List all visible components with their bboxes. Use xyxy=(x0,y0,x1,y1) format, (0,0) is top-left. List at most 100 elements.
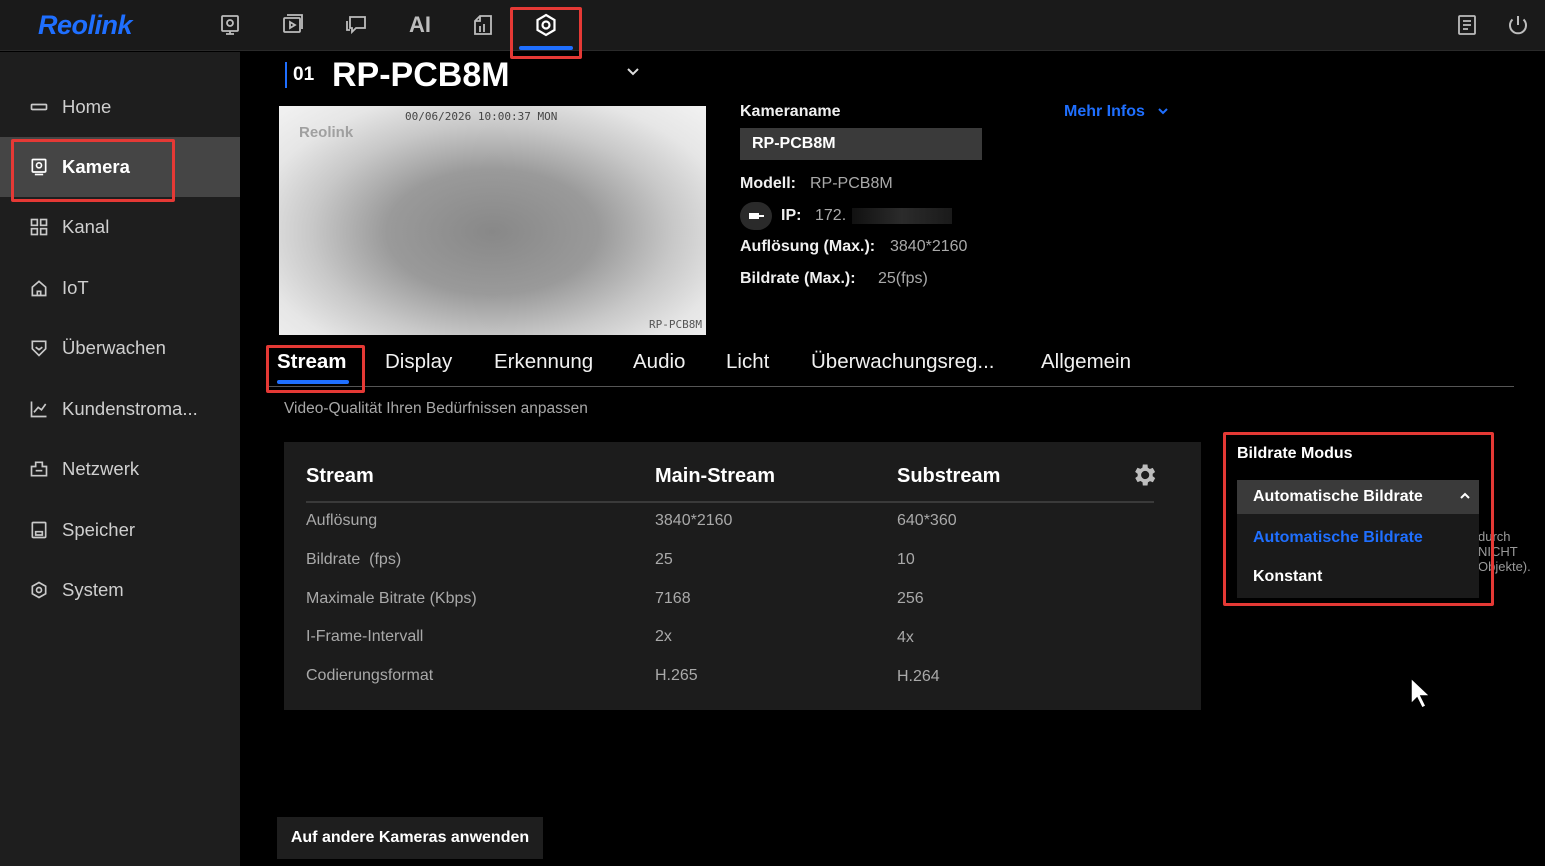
resolution-label: Auflösung (Max.): xyxy=(740,238,876,255)
option-automatische-bildrate[interactable]: Automatische Bildrate xyxy=(1253,529,1423,547)
sidebar-item-label: Kamera xyxy=(62,156,130,177)
cloud-files-icon[interactable] xyxy=(468,10,498,40)
bitrate-mode-select[interactable]: Automatische Bildrate xyxy=(1237,480,1479,514)
preview-watermark: Reolink xyxy=(299,124,354,141)
camera-title[interactable]: RP-PCB8M xyxy=(332,56,510,95)
bitrate-mode-title: Bildrate Modus xyxy=(1237,445,1353,462)
tab-stream[interactable]: Stream xyxy=(277,350,347,374)
tab-ueberwachungsregion[interactable]: Überwachungsreg... xyxy=(811,350,994,374)
ethernet-icon xyxy=(740,202,772,230)
sidebar-item-home[interactable]: Home xyxy=(0,77,240,137)
sidebar-item-ueberwachen[interactable]: Überwachen xyxy=(0,318,240,378)
camera-preview-icon[interactable] xyxy=(215,10,245,40)
sidebar-item-label: Speicher xyxy=(62,519,136,540)
sidebar-item-kamera[interactable]: Kamera xyxy=(0,137,240,197)
sub-value[interactable]: 10 xyxy=(897,551,915,569)
reolink-logo: Reolink xyxy=(38,10,133,40)
sidebar-item-iot[interactable]: IoT xyxy=(0,258,240,318)
sidebar-item-kanal[interactable]: Kanal xyxy=(0,197,240,257)
obscured-text-3: Objekte). xyxy=(1478,559,1531,574)
sub-value[interactable]: 256 xyxy=(897,590,924,608)
storage-icon xyxy=(28,519,50,541)
option-konstant[interactable]: Konstant xyxy=(1253,568,1322,586)
shield-icon xyxy=(28,337,50,359)
header-stream: Stream xyxy=(306,465,374,487)
top-bar: Reolink AI xyxy=(0,0,1545,51)
sidebar-item-netzwerk[interactable]: Netzwerk xyxy=(0,439,240,499)
chevron-up-icon xyxy=(1459,480,1471,514)
home-icon xyxy=(28,96,50,118)
settings-icon[interactable] xyxy=(531,10,561,40)
sidebar-item-speicher[interactable]: Speicher xyxy=(0,500,240,560)
chevron-down-icon xyxy=(1158,108,1169,115)
camera-name-input[interactable]: RP-PCB8M xyxy=(740,128,982,160)
camera-preview[interactable]: 00/06/2026 10:00:37 MON Reolink RP-PCB8M xyxy=(279,106,706,335)
sidebar-item-label: System xyxy=(62,579,124,600)
main-value[interactable]: H.265 xyxy=(655,667,698,685)
sidebar-item-label: Überwachen xyxy=(62,337,166,358)
mouse-cursor-icon xyxy=(1409,676,1433,710)
ip-redaction xyxy=(852,208,952,224)
tabs-divider xyxy=(266,386,1514,387)
apply-to-other-cameras-button[interactable]: Auf andere Kameras anwenden xyxy=(277,817,543,859)
chart-icon xyxy=(28,398,50,420)
sidebar-item-label: Netzwerk xyxy=(62,458,140,479)
tab-audio[interactable]: Audio xyxy=(633,350,685,374)
framerate-value: 25(fps) xyxy=(878,270,928,287)
model-label: Modell: xyxy=(740,175,796,192)
settings-tab-indicator xyxy=(519,46,573,50)
framerate-label: Bildrate (Max.): xyxy=(740,270,856,287)
row-label: Codierungsformat xyxy=(306,667,434,684)
chevron-down-icon[interactable] xyxy=(626,64,640,80)
ip-label: IP: xyxy=(781,207,802,224)
power-icon[interactable] xyxy=(1503,10,1533,40)
tab-display[interactable]: Display xyxy=(385,350,452,374)
row-label: Bildrate (fps) xyxy=(306,551,402,568)
iot-icon xyxy=(28,277,50,299)
stream-subtitle: Video-Qualität Ihren Bedürfnissen anpass… xyxy=(284,400,588,417)
main-value[interactable]: 3840*2160 xyxy=(655,512,732,530)
preview-timestamp: 00/06/2026 10:00:37 MON xyxy=(405,110,558,123)
sidebar-item-kundenstroma[interactable]: Kundenstroma... xyxy=(0,379,240,439)
obscured-text-2: NICHT xyxy=(1478,544,1518,559)
camera-name-label: Kameraname xyxy=(740,103,841,120)
sidebar-item-label: Home xyxy=(62,96,112,117)
sub-value[interactable]: 4x xyxy=(897,629,914,647)
main-value[interactable]: 2x xyxy=(655,628,672,646)
tab-erkennung[interactable]: Erkennung xyxy=(494,350,593,374)
ai-icon[interactable]: AI xyxy=(405,10,435,40)
header-substream: Substream xyxy=(897,465,1001,487)
playback-icon[interactable] xyxy=(278,10,308,40)
sidebar-item-label: Kanal xyxy=(62,216,110,237)
gear-icon[interactable] xyxy=(1130,461,1158,489)
sub-value[interactable]: H.264 xyxy=(897,668,940,686)
obscured-text-1: durch xyxy=(1478,529,1511,544)
main-value[interactable]: 7168 xyxy=(655,590,691,608)
sidebar-item-system[interactable]: System xyxy=(0,560,240,620)
sidebar-item-label: IoT xyxy=(62,277,89,298)
row-label: Maximale Bitrate (Kbps) xyxy=(306,590,477,607)
camera-channel-index: 01 xyxy=(285,62,314,88)
tab-licht[interactable]: Licht xyxy=(726,350,769,374)
sidebar: Home Kamera Kanal IoT Überwachen Kundens… xyxy=(0,52,240,866)
resolution-value: 3840*2160 xyxy=(890,238,968,255)
row-label: Auflösung xyxy=(306,512,378,529)
more-info-link[interactable]: Mehr Infos xyxy=(1064,103,1169,121)
preview-camera-name: RP-PCB8M xyxy=(649,318,702,331)
active-tab-indicator xyxy=(277,380,349,384)
notes-icon[interactable] xyxy=(1452,10,1482,40)
tab-allgemein[interactable]: Allgemein xyxy=(1041,350,1131,374)
sub-value[interactable]: 640*360 xyxy=(897,512,957,530)
bitrate-mode-dropdown: Automatische Bildrate Konstant xyxy=(1237,514,1479,598)
ip-value: 172. xyxy=(815,207,847,224)
messages-icon[interactable] xyxy=(341,10,371,40)
network-icon xyxy=(28,458,50,480)
header-main-stream: Main-Stream xyxy=(655,465,776,487)
table-header-divider xyxy=(306,501,1154,503)
main-value[interactable]: 25 xyxy=(655,551,673,569)
model-value: RP-PCB8M xyxy=(810,175,893,192)
bitrate-mode-selected: Automatische Bildrate xyxy=(1253,488,1423,505)
system-icon xyxy=(28,579,50,601)
camera-icon xyxy=(28,156,50,178)
grid-icon xyxy=(28,216,50,238)
